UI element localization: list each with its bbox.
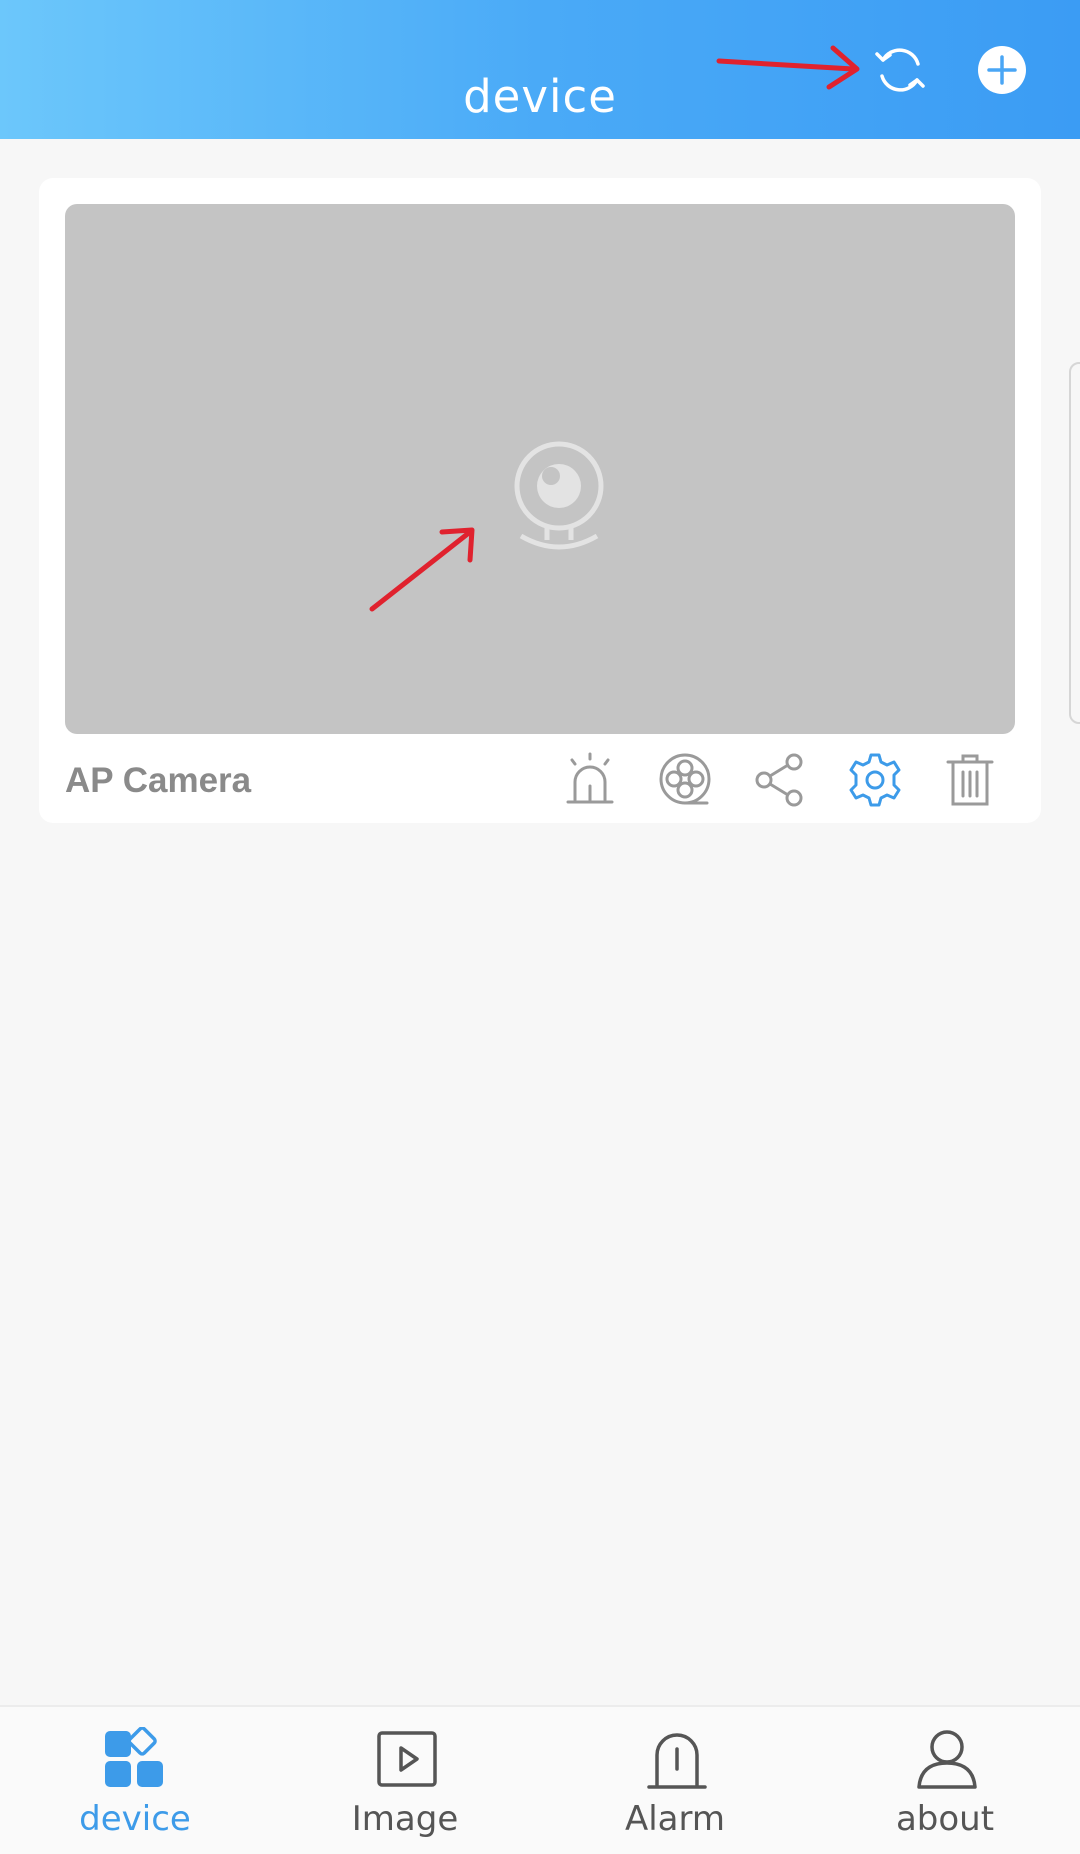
video-reel-icon <box>659 753 711 805</box>
nav-image[interactable]: Image <box>270 1707 540 1854</box>
camera-preview[interactable] <box>65 204 1015 734</box>
nav-alarm-label: Alarm <box>624 1799 726 1839</box>
device-card: AP Camera <box>39 178 1041 823</box>
playback-button[interactable] <box>653 748 717 812</box>
device-name: AP Camera <box>65 761 252 800</box>
app-header: device <box>0 0 1080 139</box>
nav-about-label: about <box>895 1799 995 1839</box>
device-grid-icon <box>105 1727 163 1787</box>
settings-gear-icon <box>849 753 901 807</box>
play-image-icon <box>377 1731 437 1787</box>
bottom-navigation: device Image Alarm about <box>0 1705 1080 1854</box>
refresh-icon <box>875 48 925 92</box>
add-circle-icon <box>978 46 1026 94</box>
nav-image-label: Image <box>351 1799 459 1839</box>
alarm-bell-icon <box>647 1733 707 1789</box>
share-icon <box>755 753 803 807</box>
trash-icon <box>946 754 994 806</box>
nav-alarm[interactable]: Alarm <box>540 1707 810 1854</box>
user-profile-icon <box>917 1730 977 1789</box>
alarm-icon <box>566 752 614 804</box>
edge-panel-handle[interactable] <box>1069 362 1080 724</box>
delete-button[interactable] <box>938 748 1002 812</box>
refresh-button[interactable] <box>870 40 930 100</box>
settings-button[interactable] <box>843 748 907 812</box>
nav-about[interactable]: about <box>810 1707 1080 1854</box>
nav-device-label: device <box>79 1799 191 1839</box>
add-device-button[interactable] <box>972 40 1032 100</box>
alarm-button[interactable] <box>558 748 622 812</box>
share-button[interactable] <box>748 748 812 812</box>
nav-device[interactable]: device <box>0 1707 270 1854</box>
camera-placeholder-icon <box>509 440 609 554</box>
